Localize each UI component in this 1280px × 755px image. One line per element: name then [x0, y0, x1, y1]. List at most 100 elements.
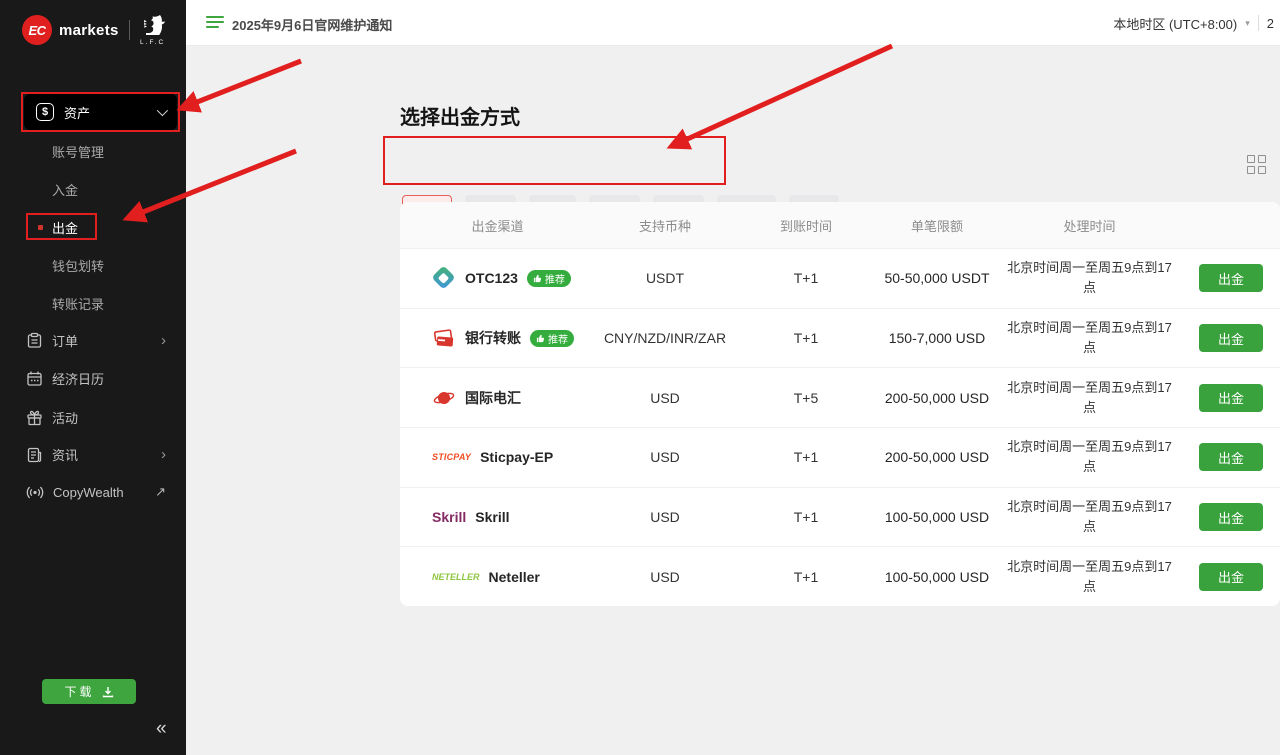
activities-label: 活动	[52, 408, 78, 427]
calendar-icon	[26, 370, 43, 387]
channel-name: Sticpay-EP	[480, 449, 553, 465]
ec-markets-logo-icon: EC	[22, 15, 52, 45]
channel-name: Skrill	[475, 509, 509, 525]
sidebar-item-transfer-records[interactable]: 转账记录	[52, 293, 104, 313]
lfc-liverbird-icon: L.F.C	[140, 14, 166, 46]
caret-down-icon: ▾	[1245, 18, 1250, 29]
table-header-row: 出金渠道 支持币种 到账时间 单笔限额 处理时间	[400, 202, 1280, 248]
processing-cell: 北京时间周一至周五9点到17点	[1004, 437, 1176, 477]
header-arrival: 到账时间	[735, 216, 877, 235]
limit-cell: 150-7,000 USD	[877, 330, 997, 346]
channel-cell: NETELLER Neteller	[400, 569, 595, 585]
header-limit: 单笔限额	[877, 216, 997, 235]
processing-cell: 北京时间周一至周五9点到17点	[1004, 318, 1176, 358]
recommended-badge: 推荐	[530, 330, 574, 347]
copywealth-label: CopyWealth	[53, 485, 124, 500]
withdraw-button[interactable]: 出金	[1199, 384, 1263, 412]
withdraw-button[interactable]: 出金	[1199, 443, 1263, 471]
arrival-cell: T+5	[735, 390, 877, 406]
processing-cell: 北京时间周一至周五9点到17点	[1004, 497, 1176, 537]
channel-name: 国际电汇	[465, 388, 521, 408]
processing-cell: 北京时间周一至周五9点到17点	[1004, 378, 1176, 418]
processing-cell: 北京时间周一至周五9点到17点	[1004, 258, 1176, 298]
chevron-right-icon: ›	[161, 332, 166, 349]
download-label: 下载	[64, 683, 94, 700]
broadcast-icon	[26, 484, 44, 501]
main-content: 选择出金方式 全部 CNY INR NZD USD USDT ZAR 出金渠道 …	[186, 46, 1280, 755]
active-dot	[38, 225, 43, 230]
withdraw-button[interactable]: 出金	[1199, 264, 1263, 292]
sidebar-item-activities[interactable]: 活动	[26, 405, 166, 429]
collapse-sidebar-icon[interactable]: «	[156, 718, 167, 740]
currency-cell: CNY/NZD/INR/ZAR	[595, 330, 735, 346]
clipboard-icon	[26, 332, 43, 349]
timezone-selector[interactable]: 本地时区 (UTC+8:00)	[1113, 14, 1237, 33]
arrival-cell: T+1	[735, 509, 877, 525]
sidebar-item-account-management[interactable]: 账号管理	[52, 141, 104, 161]
economic-calendar-label: 经济日历	[52, 369, 104, 388]
notice-list-icon[interactable]	[206, 16, 224, 31]
skrill-logo: Skrill	[432, 509, 466, 525]
orders-label: 订单	[52, 331, 78, 350]
table-row: Skrill Skrill USD T+1 100-50,000 USD 北京时…	[400, 487, 1280, 547]
topbar-divider	[1258, 15, 1259, 31]
arrival-cell: T+1	[735, 449, 877, 465]
limit-cell: 200-50,000 USD	[877, 390, 997, 406]
header-processing: 处理时间	[997, 216, 1182, 235]
withdraw-button[interactable]: 出金	[1199, 324, 1263, 352]
sidebar-item-news[interactable]: 资讯 ›	[26, 442, 166, 466]
external-link-icon: ↗	[155, 484, 166, 500]
thumbs-up-icon	[533, 274, 542, 283]
table-row: 国际电汇 USD T+5 200-50,000 USD 北京时间周一至周五9点到…	[400, 367, 1280, 427]
sidebar: EC markets L.F.C $ 资产 账号管理 入金 出金 钱包划转 转账…	[0, 0, 186, 755]
gift-icon	[26, 409, 43, 426]
channel-cell: 国际电汇	[400, 386, 595, 410]
withdraw-methods-table: 出金渠道 支持币种 到账时间 单笔限额 处理时间 OTC123 推荐 USDT	[400, 202, 1280, 606]
limit-cell: 200-50,000 USD	[877, 449, 997, 465]
thumbs-up-icon	[536, 334, 545, 343]
arrival-cell: T+1	[735, 270, 877, 286]
channel-cell: 银行转账 推荐	[400, 326, 595, 350]
download-icon	[102, 686, 114, 698]
sidebar-item-copywealth[interactable]: CopyWealth ↗	[26, 480, 166, 504]
bank-transfer-logo-icon	[432, 326, 456, 350]
currency-cell: USD	[595, 390, 735, 406]
topbar-right: 本地时区 (UTC+8:00) ▾ 2	[1113, 0, 1274, 46]
page-title: 选择出金方式	[400, 101, 520, 130]
currency-cell: USDT	[595, 270, 735, 286]
sidebar-item-wallet-transfer[interactable]: 钱包划转	[52, 255, 104, 275]
logo-divider	[129, 20, 130, 40]
sidebar-item-economic-calendar[interactable]: 经济日历	[26, 366, 166, 390]
limit-cell: 100-50,000 USD	[877, 569, 997, 585]
neteller-logo: NETELLER	[432, 572, 480, 582]
table-row: OTC123 推荐 USDT T+1 50-50,000 USDT 北京时间周一…	[400, 248, 1280, 308]
brand-markets-text: markets	[59, 22, 119, 39]
download-button[interactable]: 下载	[42, 679, 136, 704]
withdraw-button[interactable]: 出金	[1199, 503, 1263, 531]
sidebar-item-withdraw[interactable]: 出金	[52, 217, 78, 237]
table-row: NETELLER Neteller USD T+1 100-50,000 USD…	[400, 546, 1280, 606]
currency-cell: USD	[595, 509, 735, 525]
grid-view-toggle-icon[interactable]	[1247, 155, 1267, 175]
sidebar-withdraw-label: 出金	[52, 218, 78, 237]
sidebar-item-orders[interactable]: 订单 ›	[26, 328, 166, 352]
news-label: 资讯	[52, 445, 78, 464]
topbar: 2025年9月6日官网维护通知 本地时区 (UTC+8:00) ▾ 2	[186, 0, 1280, 46]
sidebar-item-deposit[interactable]: 入金	[52, 179, 78, 199]
limit-cell: 100-50,000 USD	[877, 509, 997, 525]
maintenance-notice-link[interactable]: 2025年9月6日官网维护通知	[232, 15, 392, 34]
table-row: 银行转账 推荐 CNY/NZD/INR/ZAR T+1 150-7,000 US…	[400, 308, 1280, 368]
table-row: STICPAY Sticpay-EP USD T+1 200-50,000 US…	[400, 427, 1280, 487]
withdraw-button[interactable]: 出金	[1199, 563, 1263, 591]
sidebar-item-assets[interactable]: $ 资产	[24, 94, 177, 130]
channel-name: Neteller	[489, 569, 540, 585]
channel-cell: STICPAY Sticpay-EP	[400, 449, 595, 465]
lfc-label: L.F.C	[140, 39, 165, 46]
channel-cell: OTC123 推荐	[400, 266, 595, 290]
chevron-down-icon	[157, 105, 168, 116]
channel-cell: Skrill Skrill	[400, 509, 595, 525]
dollar-icon: $	[36, 103, 54, 121]
clock-text-partial: 2	[1267, 16, 1274, 31]
recommended-badge: 推荐	[527, 270, 571, 287]
wire-transfer-globe-icon	[432, 386, 456, 410]
